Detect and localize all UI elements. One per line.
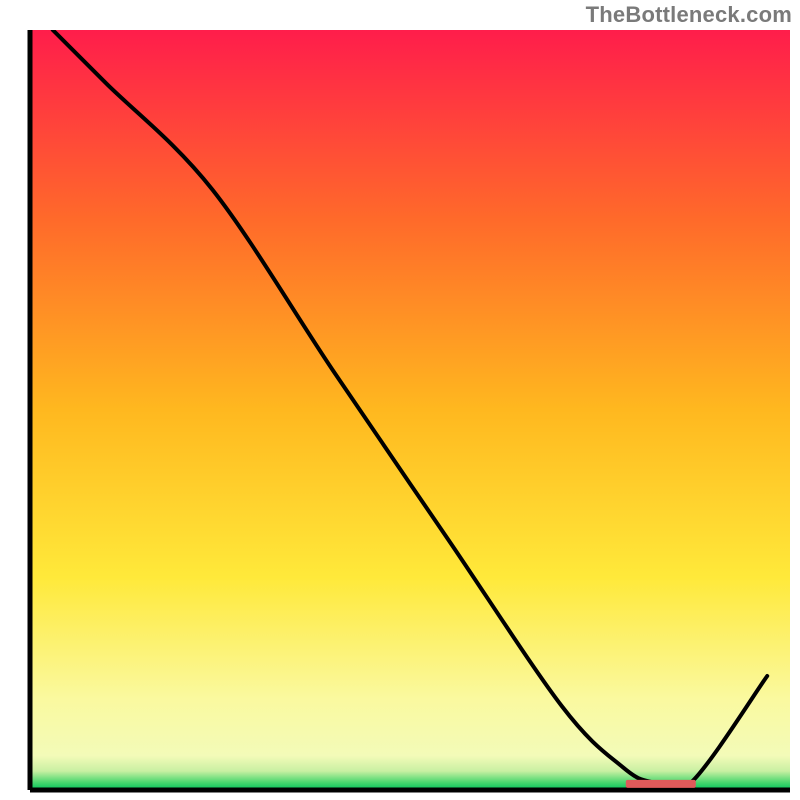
chart-stage: TheBottleneck.com xyxy=(0,0,800,800)
watermark-label: TheBottleneck.com xyxy=(586,2,792,28)
gradient-background xyxy=(30,30,790,790)
bottleneck-chart xyxy=(0,0,800,800)
min-marker xyxy=(626,780,696,788)
